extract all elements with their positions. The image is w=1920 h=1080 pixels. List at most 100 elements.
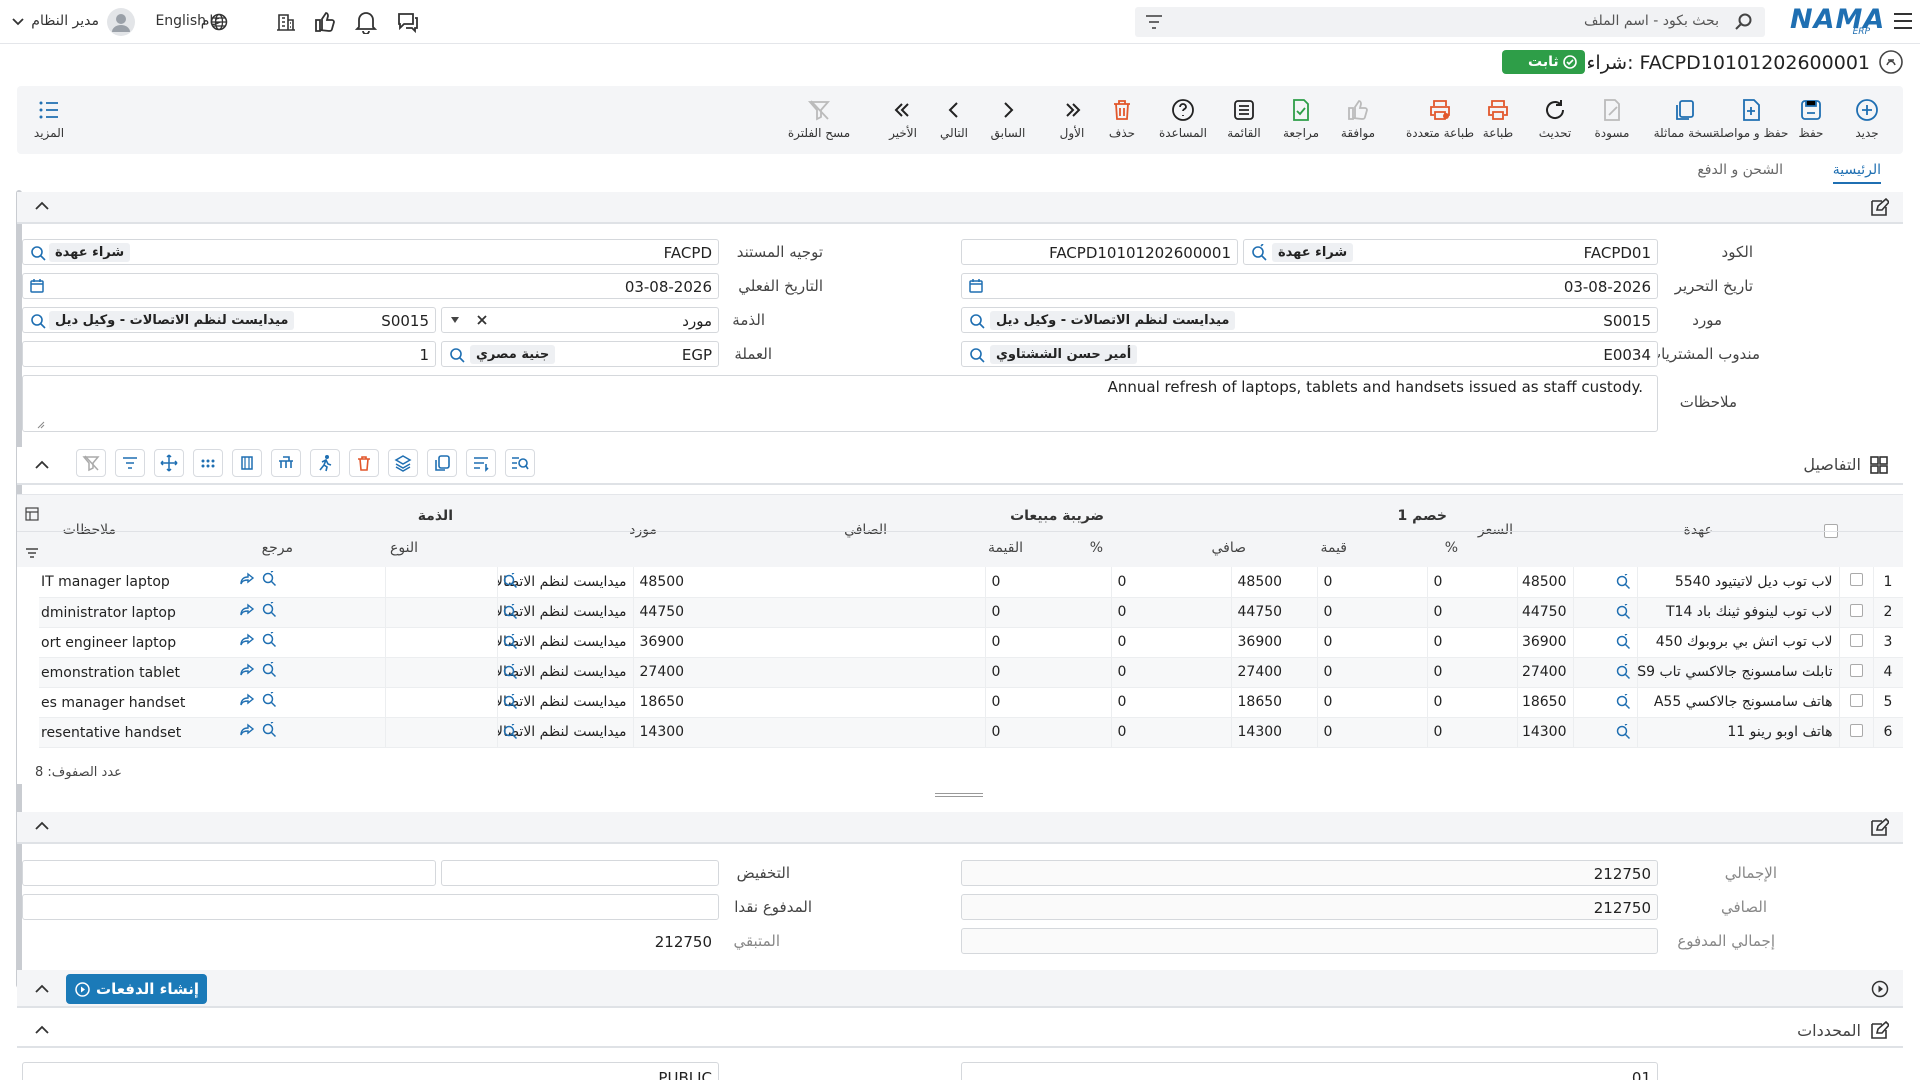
collapse-chevron-icon[interactable] [35, 460, 49, 470]
grid-search-button[interactable] [505, 449, 535, 477]
custody-lookup-cell[interactable] [1573, 597, 1638, 628]
notes-cell: ort engineer laptop [39, 627, 386, 658]
grid-move-button[interactable] [154, 449, 184, 477]
purchase-rep-field[interactable]: E0034 أمير حسن الششتاوي [961, 341, 1658, 367]
row-checkbox[interactable] [1839, 657, 1874, 688]
tab-shipping-payment[interactable]: الشحن و الدفع [1697, 162, 1783, 178]
liability-type-cell[interactable] [385, 717, 498, 748]
col-notes-header: ملاحظات [62, 522, 116, 538]
grid-sort-button[interactable] [466, 449, 496, 477]
review-button[interactable]: مراجعة [1273, 92, 1329, 148]
user-menu[interactable]: مدير النظام [10, 8, 135, 36]
exchange-rate-field[interactable]: 1 [22, 341, 436, 367]
custody-lookup-cell[interactable] [1573, 717, 1638, 748]
grid-clear-filter-button[interactable] [76, 449, 106, 477]
custody-lookup-cell[interactable] [1573, 567, 1638, 598]
issue-date-field[interactable]: 03-08-2026 [961, 273, 1658, 299]
collapse-chevron-icon[interactable] [35, 984, 49, 994]
supplier-field[interactable]: S0015 ميدايست لنظم الاتصالات - وكيل ديل [961, 307, 1658, 333]
grid-run-button[interactable] [310, 449, 340, 477]
brand-logo[interactable]: NAMA ERP [1790, 4, 1884, 40]
notes-textarea[interactable]: Annual refresh of laptops, tablets and h… [22, 375, 1658, 432]
help-button[interactable]: المساعدة [1155, 92, 1211, 148]
liability-type-cell[interactable] [385, 687, 498, 718]
row-checkbox[interactable] [1839, 717, 1874, 748]
edit-section-icon[interactable] [1869, 818, 1889, 838]
dots-grid-icon [201, 459, 215, 468]
discount-field[interactable] [441, 860, 719, 886]
table-row[interactable]: 1 لاب توب ديل لاتيتيود 5540 48500 0 0 48500 0 0… [39, 567, 1903, 598]
currency-field[interactable]: EGP جنية مصري [441, 341, 719, 367]
lookup-icon [262, 601, 276, 617]
grid-filter-button[interactable] [115, 449, 145, 477]
collapse-chevron-icon[interactable] [35, 821, 49, 831]
refresh-button[interactable]: تحديث [1527, 92, 1583, 148]
language-switch[interactable]: English [155, 12, 228, 32]
direction-field[interactable]: FACPD شراء عهدة [22, 239, 719, 265]
net-label: الصافي [1721, 898, 1767, 916]
custody-lookup-cell[interactable] [1573, 687, 1638, 718]
table-row[interactable]: 3 لاب توب اتش بي بروبوك 450 36900 0 0 36900 0 0… [39, 627, 1903, 658]
collapse-chevron-icon[interactable] [35, 1025, 49, 1035]
dimension-field-right[interactable]: 01 [961, 1062, 1658, 1080]
draft-button[interactable]: مسودة [1584, 92, 1640, 148]
custody-lookup-cell[interactable] [1573, 627, 1638, 658]
cash-paid-field[interactable] [22, 894, 719, 920]
tab-main[interactable]: الرئيسية [1832, 162, 1881, 184]
table-row[interactable]: 2 لاب توب لينوفو ثينك باد T14 44750 0 0 44750… [39, 597, 1903, 628]
row-checkbox[interactable] [1839, 567, 1874, 598]
col-discount-pct-header: % [1444, 540, 1458, 556]
more-button[interactable]: المزيد [21, 92, 77, 148]
grid-layers-button[interactable] [388, 449, 418, 477]
delete-button[interactable]: حذف [1094, 92, 1150, 148]
custody-lookup-cell[interactable] [1573, 657, 1638, 688]
dimension-field-left[interactable]: PUBLIC [22, 1062, 719, 1080]
messages-icon[interactable] [396, 10, 420, 34]
liability-account-field[interactable]: S0015 ميدايست لنظم الاتصالات - وكيل ديل [22, 307, 436, 333]
resize-handle-icon [37, 421, 45, 429]
net-cell: 36900 [1231, 627, 1318, 658]
grid-delete-button[interactable] [349, 449, 379, 477]
approve-button[interactable]: موافقة [1330, 92, 1386, 148]
col-tax-pct-header: % [1089, 540, 1103, 556]
create-payments-button[interactable]: إنشاء الدفعات [66, 974, 207, 1004]
duplicate-button[interactable]: نسخة مماثلة [1645, 92, 1725, 148]
grid-table-button[interactable] [271, 449, 301, 477]
clear-filter-button[interactable]: مسح الفلترة [783, 92, 855, 148]
multi-print-button[interactable]: طباعة متعددة [1397, 92, 1483, 148]
grid-dots-button[interactable] [193, 449, 223, 477]
collapse-chevron-icon[interactable] [35, 201, 49, 211]
table-row[interactable]: 6 هاتف اوبو رينو 11 14300 0 0 14300 0 0 14300 ميد… [39, 717, 1903, 748]
first-record-button[interactable]: الأول [1044, 92, 1100, 148]
list-button[interactable]: القائمة [1216, 92, 1272, 148]
discount-extra-field[interactable] [22, 860, 436, 886]
row-checkbox[interactable] [1839, 597, 1874, 628]
row-checkbox[interactable] [1839, 627, 1874, 658]
table-row[interactable]: 4 تابلت سامسونج جالاكسي تاب S9 27400 0 0 2740… [39, 657, 1903, 688]
previous-record-button[interactable]: السابق [980, 92, 1036, 148]
grid-copy-button[interactable] [427, 449, 457, 477]
actual-date-field[interactable]: 03-08-2026 [22, 273, 719, 299]
lookup-icon [1616, 573, 1630, 589]
grid-columns-button[interactable] [232, 449, 262, 477]
liability-type-select[interactable]: مورد [441, 307, 719, 333]
last-record-button[interactable]: الأخير [875, 92, 931, 148]
hamburger-menu-icon[interactable] [1893, 12, 1913, 30]
edit-section-icon[interactable] [1869, 198, 1889, 218]
table-row[interactable]: 5 هاتف سامسونج جالاكسي A55 18650 0 0 18650 0 0 1… [39, 687, 1903, 718]
lookup-icon [970, 348, 985, 363]
liability-type-cell[interactable] [385, 627, 498, 658]
notifications-bell-icon[interactable] [355, 10, 377, 34]
code-field[interactable]: FACPD01 شراء عهدة [1243, 239, 1658, 265]
filter-lines-icon[interactable] [1145, 14, 1163, 30]
grid-resize-handle[interactable] [935, 793, 983, 797]
liability-type-cell[interactable] [385, 597, 498, 628]
liability-type-cell[interactable] [385, 657, 498, 688]
row-checkbox[interactable] [1839, 687, 1874, 718]
global-search-input[interactable]: بحث بكود - اسم الملف [1135, 7, 1765, 37]
liability-type-cell[interactable] [385, 567, 498, 598]
save-button[interactable]: حفظ [1783, 92, 1839, 148]
new-button[interactable]: جديد [1839, 92, 1895, 148]
next-record-button[interactable]: التالي [926, 92, 982, 148]
thumbs-up-icon[interactable] [313, 10, 337, 34]
